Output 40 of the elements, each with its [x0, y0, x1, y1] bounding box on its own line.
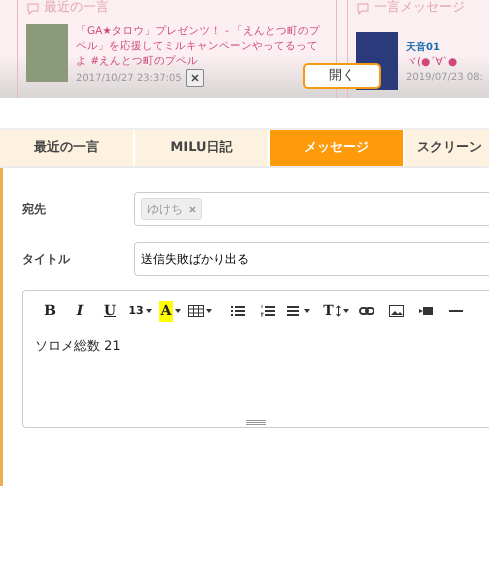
- underline-button[interactable]: U: [95, 299, 125, 323]
- editor-text: ソロメ総数 21: [34, 338, 122, 356]
- tab[interactable]: MILU日記: [135, 130, 270, 166]
- highlight-button[interactable]: A: [155, 299, 185, 323]
- field-label: タイトル: [22, 251, 72, 268]
- tab[interactable]: 最近の一言: [0, 130, 135, 166]
- remove-icon: [189, 206, 196, 212]
- resize-handle-icon: [246, 420, 266, 425]
- open-button[interactable]: 開く: [303, 63, 381, 89]
- arrows-icon: [336, 305, 341, 317]
- caret-icon: [206, 309, 212, 313]
- close-icon: [190, 74, 199, 82]
- caret-icon: [146, 309, 152, 313]
- speech-bubble-icon: [26, 2, 40, 14]
- bold-button[interactable]: B: [35, 299, 65, 323]
- video-icon[interactable]: [418, 305, 434, 317]
- delete-button[interactable]: [186, 69, 204, 87]
- message-author: 天音01: [406, 40, 441, 55]
- tab[interactable]: スクリーン: [405, 130, 489, 166]
- font-size-button[interactable]: 13: [125, 299, 155, 323]
- caret-icon: [175, 309, 182, 313]
- title-input[interactable]: 送信失敗ばかり出る: [134, 242, 489, 276]
- link-icon[interactable]: [358, 305, 374, 317]
- numbered-list-icon[interactable]: [260, 305, 276, 317]
- panel-title: 一言メッセージ: [374, 0, 465, 16]
- message-time: 2019/07/23 08:: [406, 71, 483, 85]
- post-time: 2017/10/27 23:37:05: [76, 72, 182, 86]
- italic-button[interactable]: I: [65, 299, 95, 323]
- align-icon[interactable]: [286, 305, 302, 317]
- message-text: ヾ(●´∀`●: [406, 55, 458, 70]
- line-height-button[interactable]: T: [321, 299, 351, 323]
- image-icon[interactable]: [388, 305, 404, 317]
- avatar-placeholder: [26, 24, 68, 82]
- panel-title: 最近の一言: [44, 0, 109, 16]
- caret-icon: [342, 309, 349, 313]
- caret-icon: [304, 309, 310, 313]
- speech-bubble-icon: [356, 2, 370, 14]
- bulleted-list-icon[interactable]: [230, 305, 246, 317]
- table-icon[interactable]: [188, 305, 204, 317]
- field-label: 宛先: [22, 201, 47, 218]
